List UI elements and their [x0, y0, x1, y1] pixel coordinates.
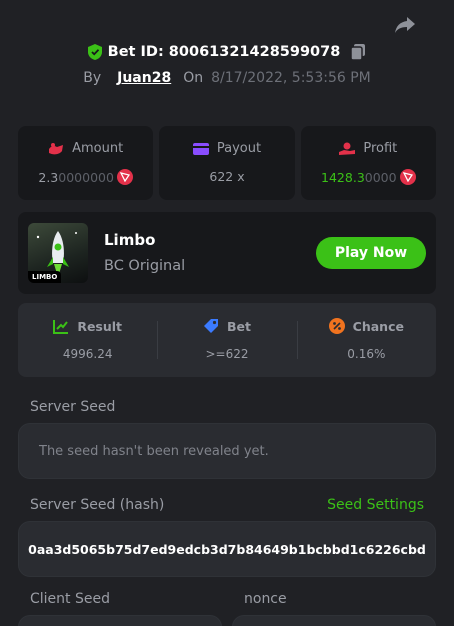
game-thumbnail[interactable]: LIMBO	[28, 223, 88, 283]
result-value: 4996.24	[62, 347, 113, 361]
money-bag-icon	[49, 142, 64, 154]
client-seed-field[interactable]	[18, 615, 222, 626]
hand-coin-icon	[339, 142, 356, 155]
game-name: Limbo	[104, 231, 156, 249]
result-chart-icon	[53, 320, 69, 334]
amount-value-dim: 0000000	[58, 169, 114, 185]
wallet-card-icon	[192, 142, 209, 155]
nonce-field[interactable]	[232, 615, 436, 626]
percent-icon	[328, 318, 345, 334]
server-seed-value: The seed hasn't been revealed yet.	[39, 443, 269, 459]
profit-value-dim: 0000	[364, 169, 397, 185]
game-subtitle: BC Original	[104, 258, 186, 274]
amount-value: 2.3	[38, 169, 59, 185]
bet-header: Bet ID: 80061321428599078 By Juan28 On 8…	[0, 44, 454, 86]
by-label: By	[83, 70, 102, 86]
server-seed-field[interactable]: The seed hasn't been revealed yet.	[18, 423, 436, 479]
nonce-label: nonce	[244, 591, 287, 607]
server-seed-hash-label: Server Seed (hash)	[30, 497, 165, 513]
thumbnail-tag: LIMBO	[28, 271, 62, 283]
amount-card: Amount 2.30000000	[18, 126, 154, 200]
on-label: On	[183, 70, 204, 86]
server-seed-hash-value: 0aa3d5065b75d7ed9edcb3d7b84649b1bcbbd1c6…	[28, 541, 426, 557]
result-card: Result 4996.24 Bet >=622 Chance 0.16%	[18, 303, 436, 377]
bet-value: >=622	[205, 347, 249, 361]
bet-label: Bet	[227, 318, 251, 334]
copy-icon[interactable]	[350, 44, 366, 60]
client-seed-label: Client Seed	[30, 591, 110, 607]
result-column: Result 4996.24	[18, 303, 157, 377]
bet-id-row: Bet ID: 80061321428599078	[0, 44, 454, 60]
trx-coin-icon	[399, 169, 416, 185]
amount-label: Amount	[72, 141, 124, 156]
profit-card: Profit 1428.30000	[300, 126, 436, 200]
payout-value: 622 x	[209, 169, 245, 184]
bet-column: Bet >=622	[157, 303, 296, 377]
username-link[interactable]: Juan28	[117, 70, 171, 86]
trx-coin-icon	[116, 169, 133, 185]
share-icon[interactable]	[394, 16, 416, 34]
payout-card: Payout 622 x	[159, 126, 295, 200]
server-seed-hash-field[interactable]: 0aa3d5065b75d7ed9edcb3d7b84649b1bcbbd1c6…	[18, 521, 436, 577]
bet-stats: Amount 2.30000000 Payout 622 x Profit 14…	[18, 126, 436, 200]
profit-value: 1428.3	[321, 169, 365, 185]
chance-column: Chance 0.16%	[296, 303, 436, 377]
chance-label: Chance	[352, 318, 404, 334]
game-card: LIMBO Limbo BC Original Play Now	[18, 212, 436, 294]
author-row: By Juan28 On 8/17/2022, 5:53:56 PM	[0, 70, 454, 86]
chance-value: 0.16%	[347, 347, 386, 361]
tag-icon	[204, 319, 218, 333]
play-now-button[interactable]: Play Now	[316, 237, 426, 269]
bet-date: 8/17/2022, 5:53:56 PM	[211, 70, 371, 86]
seed-settings-link[interactable]: Seed Settings	[327, 497, 424, 513]
payout-label: Payout	[216, 141, 262, 156]
bet-id: Bet ID: 80061321428599078	[107, 44, 341, 60]
profit-label: Profit	[363, 141, 398, 156]
shield-check-icon	[87, 44, 102, 60]
result-label: Result	[77, 318, 123, 334]
server-seed-label: Server Seed	[30, 399, 116, 415]
